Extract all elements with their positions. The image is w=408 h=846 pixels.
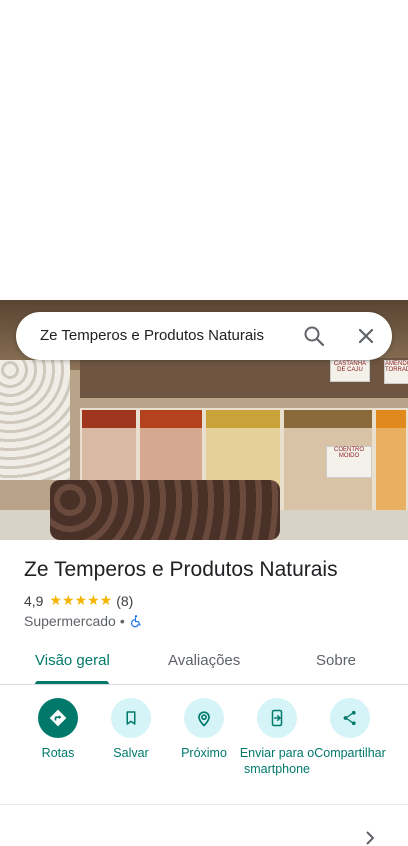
photo-bin bbox=[374, 408, 408, 512]
place-title: Ze Temperos e Produtos Naturais bbox=[24, 558, 338, 581]
section-divider bbox=[0, 804, 408, 805]
tab-overview[interactable]: Visão geral bbox=[35, 652, 110, 669]
close-icon[interactable] bbox=[354, 324, 378, 348]
send-to-phone-button[interactable]: Enviar para o smartphone bbox=[237, 698, 317, 777]
rating-row[interactable]: 4,9 ★★★★★ (8) bbox=[24, 592, 133, 609]
tab-indicator bbox=[35, 681, 109, 684]
bookmark-icon[interactable] bbox=[111, 698, 151, 738]
separator-dot: • bbox=[119, 613, 125, 629]
review-count[interactable]: (8) bbox=[116, 593, 133, 609]
map-area[interactable] bbox=[0, 0, 408, 300]
category-row: Supermercado • bbox=[24, 613, 143, 629]
nearby-button[interactable]: Próximo bbox=[164, 698, 244, 762]
save-button[interactable]: Salvar bbox=[91, 698, 171, 762]
search-query[interactable]: Ze Temperos e Produtos Naturais bbox=[40, 327, 264, 344]
rating-value: 4,9 bbox=[24, 592, 44, 609]
share-button[interactable]: Compartilhar bbox=[310, 698, 390, 762]
share-label: Compartilhar bbox=[314, 746, 386, 760]
chevron-right-icon[interactable] bbox=[362, 830, 378, 846]
search-icon[interactable] bbox=[302, 324, 326, 348]
tab-about[interactable]: Sobre bbox=[316, 652, 356, 669]
nearby-icon[interactable] bbox=[184, 698, 224, 738]
star-rating-icon: ★★★★★ bbox=[49, 592, 113, 608]
send-to-phone-icon[interactable] bbox=[257, 698, 297, 738]
nearby-label: Próximo bbox=[181, 746, 227, 760]
search-bar[interactable]: Ze Temperos e Produtos Naturais bbox=[16, 312, 392, 360]
directions-icon[interactable] bbox=[38, 698, 78, 738]
photo-label: COENTRO MOIDO bbox=[326, 446, 372, 478]
tab-bar: Visão geral Avaliações Sobre bbox=[0, 640, 408, 685]
directions-button[interactable]: Rotas bbox=[18, 698, 98, 762]
tab-reviews[interactable]: Avaliações bbox=[168, 652, 240, 669]
category-label: Supermercado bbox=[24, 613, 116, 629]
directions-label: Rotas bbox=[41, 746, 75, 760]
share-icon[interactable] bbox=[330, 698, 370, 738]
photo-label: AMENDOIM TORRADO bbox=[384, 360, 408, 384]
send-to-phone-label: Enviar para o smartphone bbox=[239, 746, 315, 776]
photo-bags bbox=[50, 480, 280, 540]
photo-garlic-pile bbox=[0, 360, 70, 480]
photo-label: CASTANHA DE CAJU bbox=[330, 360, 370, 382]
wheelchair-icon bbox=[130, 615, 141, 628]
save-label: Salvar bbox=[113, 746, 149, 760]
